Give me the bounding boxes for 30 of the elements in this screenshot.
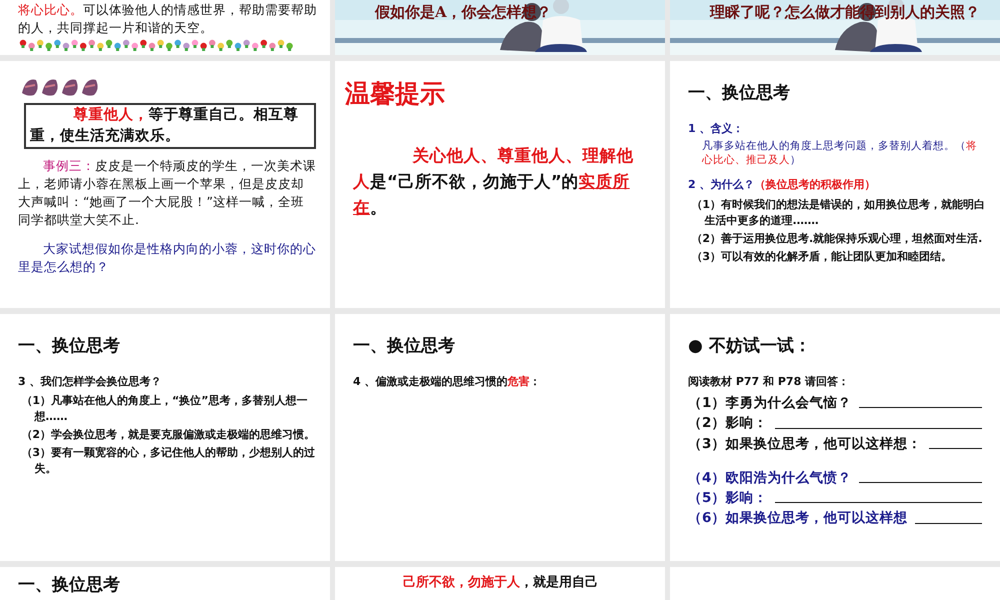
section-label: 1 、含义：	[688, 120, 744, 136]
question-text: （5）影响：	[688, 489, 768, 508]
section-label: 2 、为什么？（换位思考的积极作用）	[688, 177, 876, 194]
question-text: （1）李勇为什么会气恼？	[688, 394, 852, 413]
paragraph: 己所不欲，勿施于人，就是用自己	[402, 574, 599, 592]
list-item: （3）要有一颗宽容的心，多记住他人的帮助，少想别人的过失。	[20, 444, 316, 477]
paragraph: 关心他人、尊重他人、理解他人是“己所不欲，勿施于人”的实质所在。	[353, 144, 634, 220]
boxed-paragraph: 尊重他人，等于尊重自己。相互尊重，使生活充满欢乐。	[24, 103, 316, 150]
list-item: （3）可以有效的化解矛盾，能让团队更加和睦团结。	[690, 248, 953, 265]
list-item: （2）善于运用换位思考.就能保持乐观心理，坦然面对生活.	[690, 230, 984, 247]
slide-title: 温馨提示	[345, 78, 446, 110]
list-item: （1）有时候我们的想法是错误的，如用换位思考，就能明白生活中更多的道理.……	[690, 196, 986, 229]
section-label: 阅读教材 P77 和 P78 请回答：	[688, 374, 850, 390]
paragraph: 事例三：皮皮是一个特顽皮的学生，一次美术课上，老师请小蓉在黑板上画一个苹果，但是皮皮却大声喊叫：“她画了一个大屁股！”这样一喊，全班同学都哄堂大笑不止.	[18, 157, 316, 230]
question-text: （4）欧阳浩为什么气愤？	[688, 468, 852, 488]
slide-heading: 一、换位思考	[18, 574, 121, 597]
slide-heading: 一、换位思考	[688, 82, 791, 105]
question-text: （6）如果换位思考，他可以这样想	[688, 509, 908, 528]
list-item: （2）学会换位思考，就是要克服偏激或走极端的思维习惯。	[20, 426, 316, 443]
slide-heading: 一、换位思考	[18, 335, 121, 358]
paragraph: 大家试想假如你是性格内向的小蓉，这时你的心里是怎么想的？	[18, 240, 316, 276]
paragraph: 将心比心。可以体验他人的情感世界，帮助需要帮助的人，共同撑起一片和谐的天空。	[18, 1, 318, 36]
list-item: （1）凡事站在他人的角度上，“换位”思考，多替别人想一想……	[20, 393, 308, 425]
question-text: （3）如果换位思考，他可以这样想：	[688, 434, 922, 454]
question-text: （2）影响：	[688, 414, 768, 434]
slide-heading: ● 不妨试一试：	[688, 335, 812, 358]
paragraph: 凡事多站在他人的角度上思考问题，多替别人着想。（将心比心、推己及人）	[702, 140, 978, 168]
section-label: 3 、我们怎样学会换位思考？	[18, 374, 162, 390]
section-label: 4 、偏激或走极端的思维习惯的危害：	[353, 374, 542, 390]
slide-heading: 一、换位思考	[353, 335, 456, 358]
